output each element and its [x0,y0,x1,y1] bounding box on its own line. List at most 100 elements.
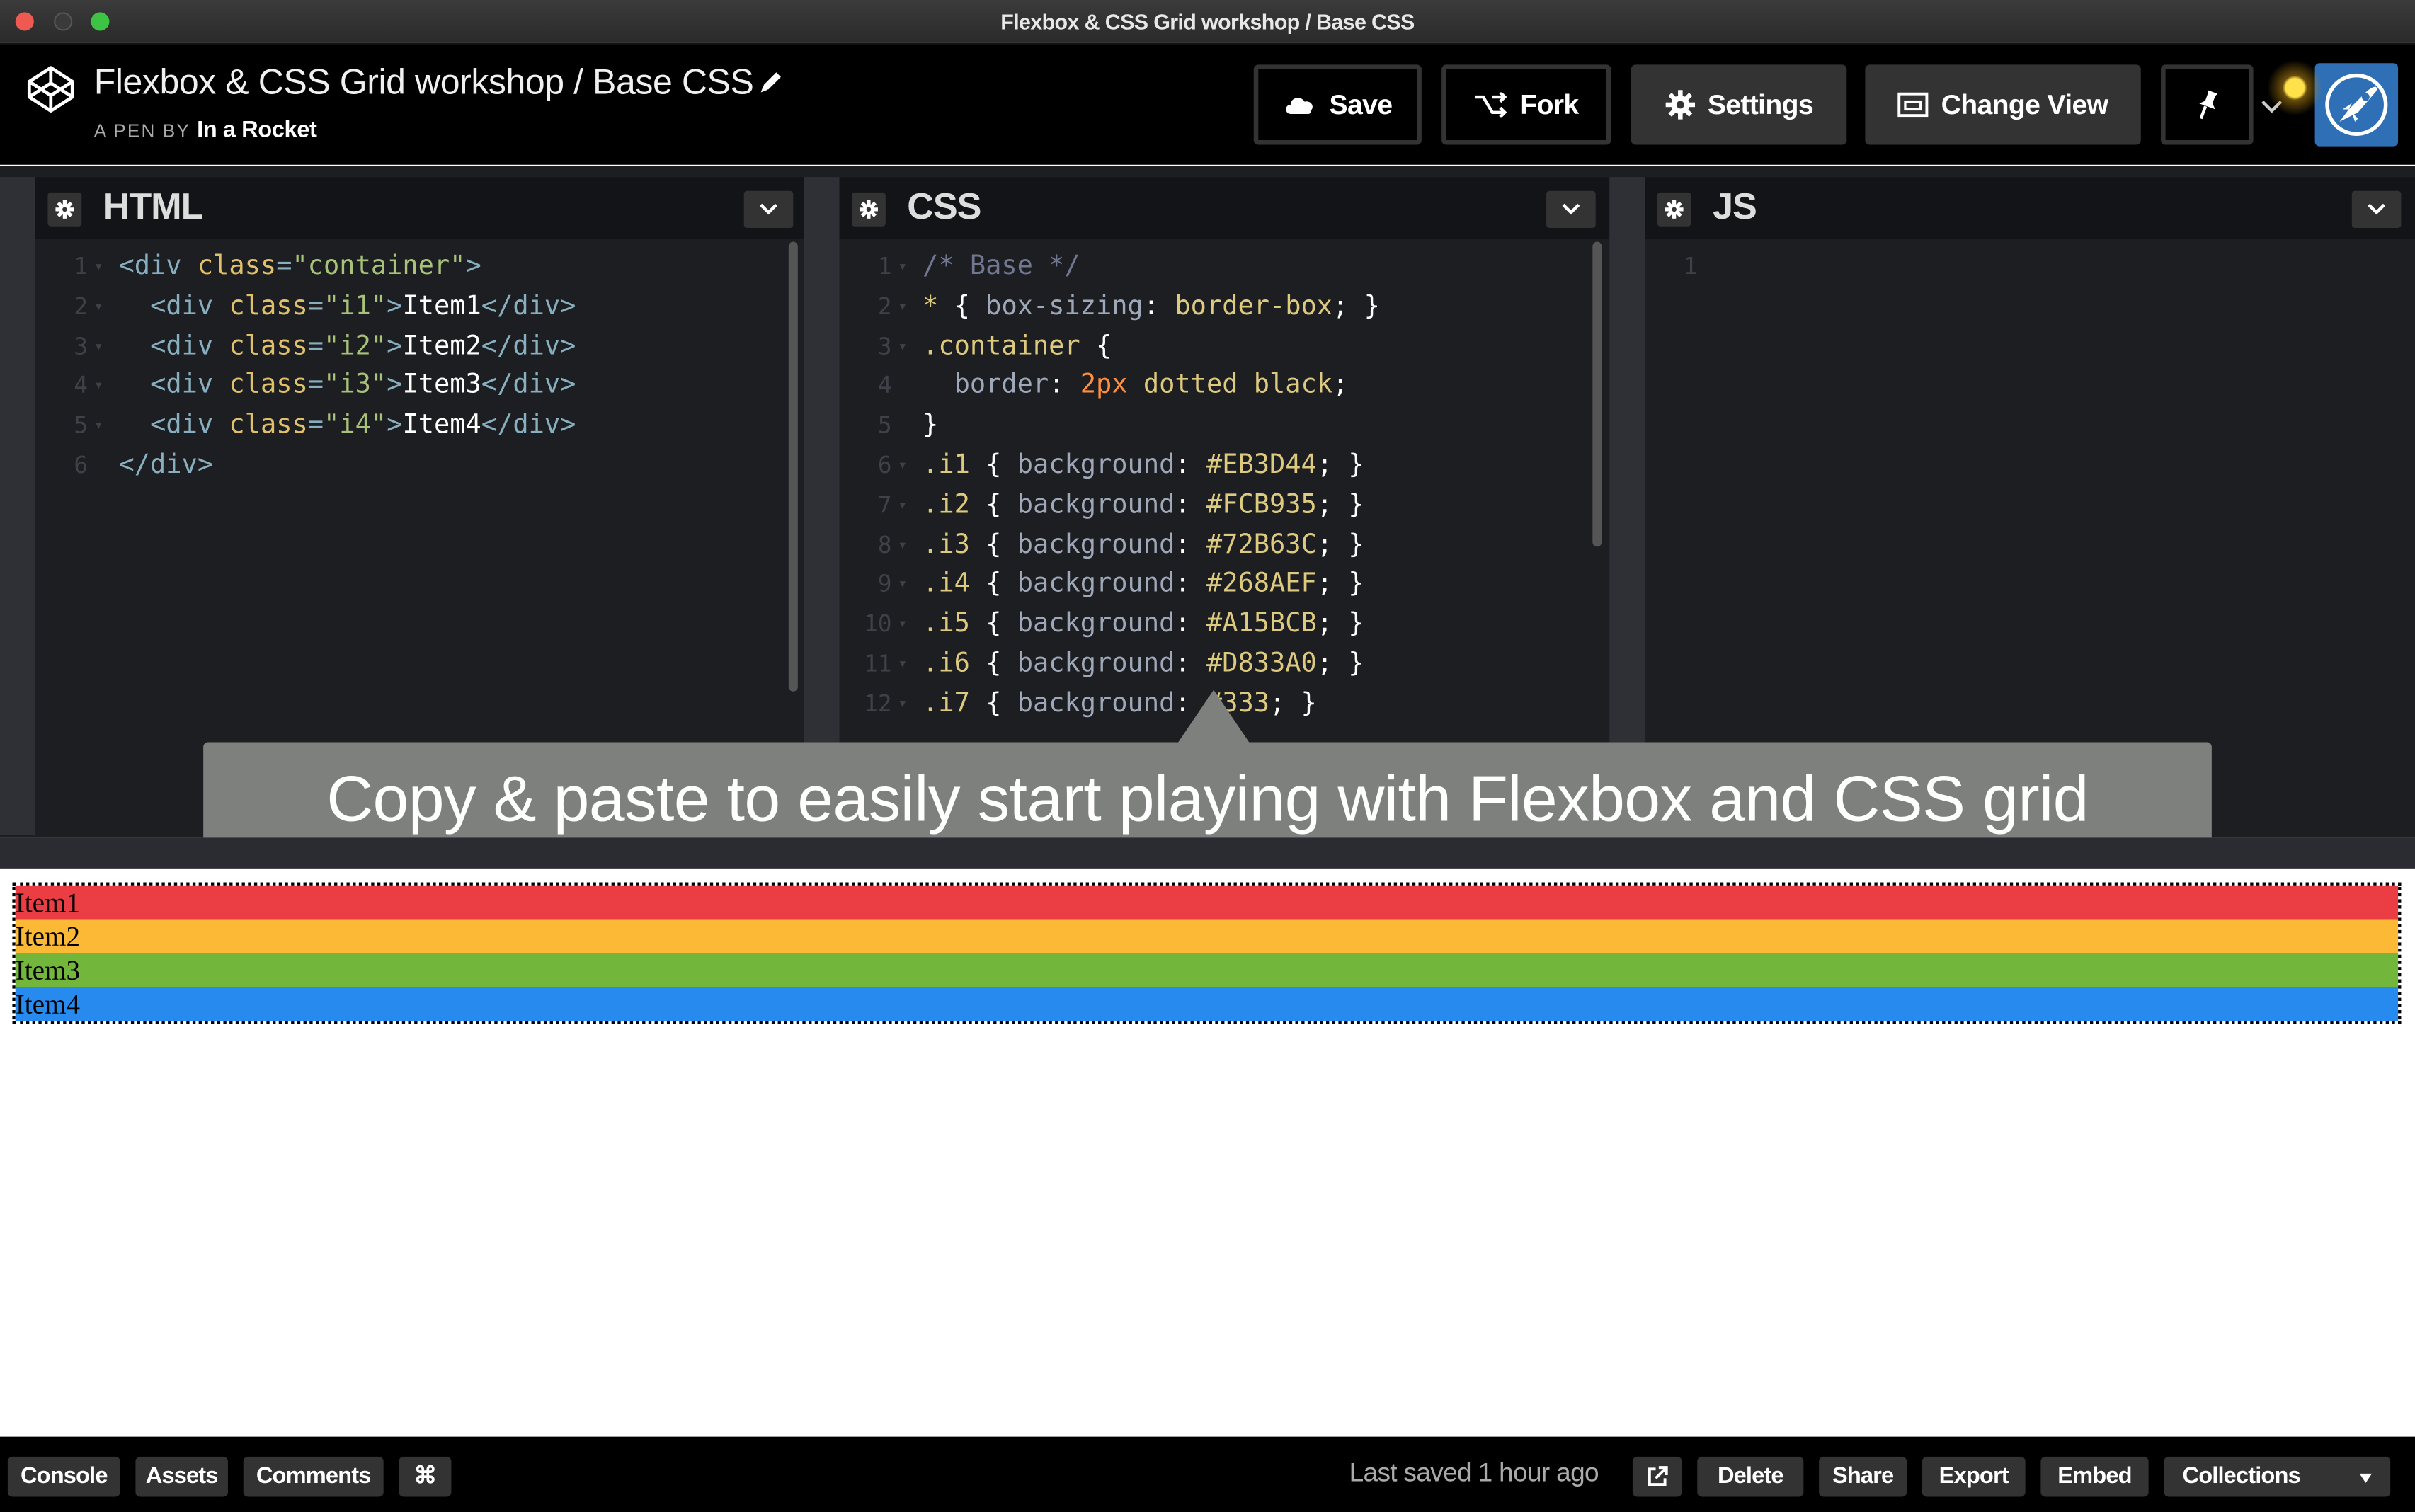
code-text: .i5 { background: #A15BCB; } [923,605,1364,645]
fold-arrow-icon[interactable]: ▾ [94,367,103,407]
code-token: <div [150,370,229,401]
js-settings-button[interactable] [1657,192,1691,227]
line-number: 5 [74,411,88,440]
chevron-down-icon [2359,1473,2373,1483]
code-token: <div [150,330,229,362]
code-token: Item4 [402,410,481,441]
code-token: <div [150,290,229,322]
console-button[interactable]: Console [7,1456,120,1497]
code-token: : [1175,648,1206,680]
open-external-button[interactable] [1632,1456,1682,1497]
code-token: <div [150,410,229,441]
fold-arrow-icon[interactable]: ▾ [898,685,907,725]
pencil-icon[interactable] [758,68,785,96]
author-link[interactable]: In a Rocket [197,117,317,143]
tooltip-arrow [1178,689,1250,743]
html-collapse-button[interactable] [743,190,794,228]
code-text: .i3 { background: #72B63C; } [923,526,1364,566]
pen-title[interactable]: Flexbox & CSS Grid workshop / Base CSS [94,62,754,103]
preview-resize-bar[interactable] [0,837,2415,869]
share-button[interactable]: Share [1819,1456,1907,1497]
fold-arrow-icon[interactable]: ▾ [898,605,907,645]
js-panel: JS 1 [1645,177,2415,835]
code-token: border-box [1175,290,1333,322]
code-token: > [465,251,481,282]
code-text: * { box-sizing: border-box; } [923,287,1380,327]
fold-arrow-icon[interactable]: ▾ [94,407,103,447]
js-collapse-button[interactable] [2351,190,2402,228]
collections-dropdown[interactable]: Collections [2164,1456,2391,1497]
code-token: "container" [292,251,466,282]
code-token: { [986,568,1017,600]
line-number: 1 [1683,252,1698,280]
panel-resizer[interactable] [1609,177,1645,835]
last-saved-status: Last saved 1 hour ago [1349,1458,1599,1488]
code-token: .i5 [923,608,986,640]
embed-button[interactable]: Embed [2040,1456,2149,1497]
fork-button[interactable]: Fork [1441,64,1611,145]
fold-arrow-icon[interactable]: ▾ [898,287,907,327]
chevron-down-icon [760,203,777,215]
export-button[interactable]: Export [1922,1456,2026,1497]
change-view-button[interactable]: Change View [1865,64,2141,145]
fold-arrow-icon[interactable]: ▾ [898,327,907,367]
code-token: #72B63C [1206,529,1317,560]
code-text: <div class="i3">Item3</div> [119,367,576,407]
fold-arrow-icon[interactable]: ▾ [94,248,103,287]
code-text: <div class="i2">Item2</div> [119,327,576,367]
code-token: { [986,529,1017,560]
css-scrollbar[interactable] [1592,241,1602,547]
code-token: #EB3D44 [1206,449,1317,481]
js-panel-title: JS [1713,186,1757,228]
fold-arrow-icon[interactable]: ▾ [94,327,103,367]
fold-arrow-icon[interactable]: ▾ [898,447,907,486]
preview-item: Item1 [15,885,2399,920]
code-text: .i7 { background: #333; } [923,685,1317,725]
code-token: } [923,410,939,441]
panel-resizer[interactable] [804,177,840,835]
save-button[interactable]: Save [1253,64,1422,145]
fold-arrow-icon[interactable]: ▾ [898,645,907,685]
line-number: 12 [864,689,892,718]
code-token: : [1175,608,1206,640]
notification-dot[interactable] [2267,59,2323,116]
rocket-icon [2325,73,2388,136]
fold-arrow-icon[interactable]: ▾ [898,526,907,566]
code-token: : [1143,290,1175,322]
footer-bar: Console Assets Comments ⌘ Last saved 1 h… [0,1436,2415,1512]
comments-button[interactable]: Comments [243,1456,384,1497]
css-settings-button[interactable] [851,192,886,227]
code-token: > [387,290,403,322]
code-text: <div class="i1">Item1</div> [119,287,576,327]
pen-by-label: A PEN BY [93,120,190,142]
code-token: .i4 [923,568,986,600]
pin-button[interactable] [2161,64,2254,145]
code-token: </div> [481,330,576,362]
fold-arrow-icon[interactable]: ▾ [94,287,103,327]
html-settings-button[interactable] [47,192,82,227]
fold-arrow-icon[interactable]: ▾ [898,248,907,287]
code-token: .i3 [923,529,986,560]
fold-arrow-icon[interactable]: ▾ [898,566,907,605]
html-scrollbar[interactable] [788,241,798,692]
css-collapse-button[interactable] [1546,190,1596,228]
line-number: 4 [877,372,892,400]
line-number: 3 [74,331,88,360]
settings-button[interactable]: Settings [1631,64,1847,145]
code-token: ; } [1316,529,1364,560]
code-text: .i1 { background: #EB3D44; } [923,447,1364,486]
keyboard-shortcuts-button[interactable]: ⌘ [399,1456,452,1497]
avatar[interactable] [2314,63,2399,147]
code-token: ; } [1269,687,1317,719]
code-token: </div> [118,449,214,481]
js-panel-header: JS [1645,177,2415,239]
code-token: { [986,449,1017,481]
codepen-logo-icon[interactable] [25,63,77,115]
code-text: .i6 { background: #D833A0; } [923,645,1364,685]
assets-button[interactable]: Assets [135,1456,228,1497]
delete-button[interactable]: Delete [1697,1456,1804,1497]
code-token: #D833A0 [1206,648,1317,680]
fold-arrow-icon[interactable]: ▾ [898,486,907,526]
